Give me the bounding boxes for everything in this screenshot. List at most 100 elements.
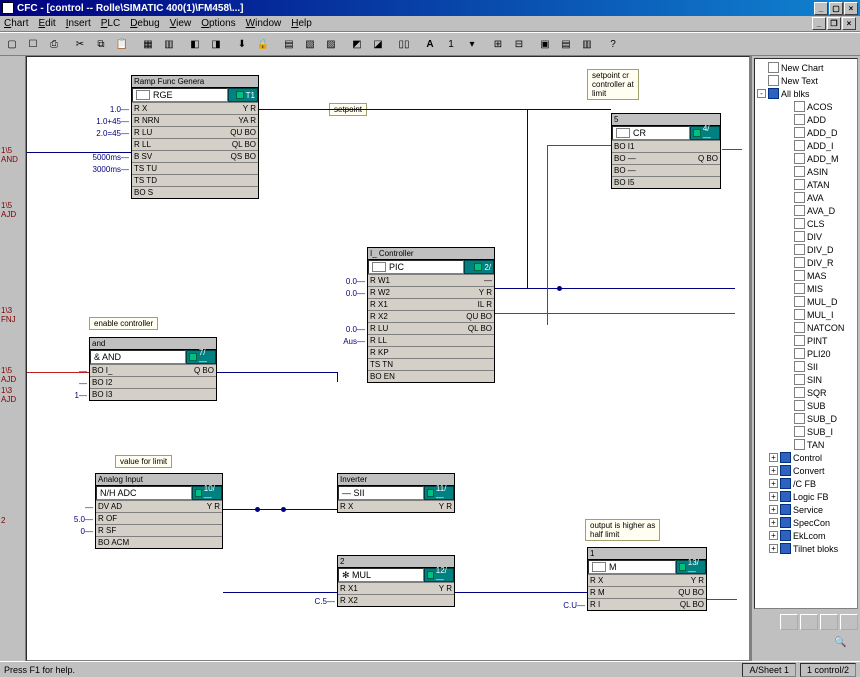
port-in[interactable]: B SV bbox=[132, 150, 195, 162]
tool-f[interactable]: ▧ bbox=[300, 34, 320, 54]
catalog-find-button[interactable]: 🔍 bbox=[834, 637, 856, 657]
collapse-icon[interactable]: - bbox=[757, 89, 766, 98]
tree-item[interactable]: NATCON bbox=[757, 321, 855, 334]
tree-item[interactable]: ADD_D bbox=[757, 126, 855, 139]
tree-item[interactable]: ADD_M bbox=[757, 152, 855, 165]
tool-open[interactable]: ☐ bbox=[23, 34, 43, 54]
tree-item[interactable]: New Text bbox=[757, 74, 855, 87]
port-in[interactable]: R X bbox=[338, 500, 396, 512]
block-adc[interactable]: Analog Input N/H ADC 10/— DV ADR OFR SFB… bbox=[95, 473, 223, 549]
tree-item[interactable]: SUB_I bbox=[757, 425, 855, 438]
port-out[interactable]: Y R bbox=[159, 500, 222, 512]
tool-e[interactable]: ▤ bbox=[279, 34, 299, 54]
port-in[interactable]: R LL bbox=[132, 138, 195, 150]
tree-item[interactable]: +SpecCon bbox=[757, 516, 855, 529]
port-out[interactable] bbox=[159, 512, 222, 524]
port-out[interactable] bbox=[431, 358, 494, 370]
port-out[interactable] bbox=[431, 346, 494, 358]
port-out[interactable] bbox=[666, 164, 720, 176]
port-out[interactable]: QL BO bbox=[431, 322, 494, 334]
tool-b[interactable]: ▥ bbox=[159, 34, 179, 54]
tree-item[interactable]: ASIN bbox=[757, 165, 855, 178]
tool-h[interactable]: ◩ bbox=[347, 34, 367, 54]
tree-item[interactable]: SII bbox=[757, 360, 855, 373]
block-rge[interactable]: Ramp Func Genera RGE T1 R XR NRNR LUR LL… bbox=[131, 75, 259, 199]
tool-a[interactable]: ▦ bbox=[138, 34, 158, 54]
port-in[interactable]: BO EN bbox=[368, 370, 431, 382]
catalog-btn-2[interactable] bbox=[800, 614, 818, 630]
port-in[interactable]: R W2 bbox=[368, 286, 431, 298]
port-out[interactable]: QU BO bbox=[431, 310, 494, 322]
port-in[interactable]: R I bbox=[588, 598, 647, 610]
expand-icon[interactable]: + bbox=[769, 453, 778, 462]
port-in[interactable]: BO ACM bbox=[96, 536, 159, 548]
tool-i[interactable]: ◪ bbox=[368, 34, 388, 54]
tool-m[interactable]: ▤ bbox=[556, 34, 576, 54]
tree-item[interactable]: TAN bbox=[757, 438, 855, 451]
expand-icon[interactable]: + bbox=[769, 518, 778, 527]
tree-item[interactable]: DIV_D bbox=[757, 243, 855, 256]
tree-item[interactable]: PINT bbox=[757, 334, 855, 347]
port-in[interactable]: TS TN bbox=[368, 358, 431, 370]
port-in[interactable]: BO I1 bbox=[612, 140, 666, 152]
port-out[interactable] bbox=[195, 174, 258, 186]
port-out[interactable]: Y R bbox=[431, 286, 494, 298]
port-out[interactable]: QL BO bbox=[647, 598, 706, 610]
tool-print[interactable]: ⎙ bbox=[44, 34, 64, 54]
expand-icon[interactable]: + bbox=[769, 479, 778, 488]
chart-canvas[interactable]: setpoint setpoint cr controller at limit… bbox=[26, 56, 750, 661]
tool-c[interactable]: ◧ bbox=[185, 34, 205, 54]
port-in[interactable]: DV AD bbox=[96, 500, 159, 512]
tool-l[interactable]: ▣ bbox=[535, 34, 555, 54]
tool-download[interactable]: ⬇ bbox=[232, 34, 252, 54]
tool-copy[interactable]: ⧉ bbox=[91, 34, 111, 54]
port-in[interactable]: R X1 bbox=[368, 298, 431, 310]
port-out[interactable]: QL BO bbox=[195, 138, 258, 150]
port-out[interactable] bbox=[195, 162, 258, 174]
tree-item[interactable]: PLI20 bbox=[757, 347, 855, 360]
block-m[interactable]: 1 M 13/— R XR MR IY RQU BOQL BO bbox=[587, 547, 707, 611]
port-in[interactable]: BO I_ bbox=[90, 364, 153, 376]
port-in[interactable]: BO — bbox=[612, 152, 666, 164]
port-in[interactable]: R X1 bbox=[338, 582, 396, 594]
port-out[interactable]: Y R bbox=[396, 500, 454, 512]
tree-item[interactable]: +Logic FB bbox=[757, 490, 855, 503]
tool-cut[interactable]: ✂ bbox=[70, 34, 90, 54]
tool-new[interactable]: ▢ bbox=[2, 34, 22, 54]
tree-item[interactable]: +/C FB bbox=[757, 477, 855, 490]
mdi-restore-button[interactable]: ❐ bbox=[827, 17, 841, 30]
tree-item[interactable]: +EkLcom bbox=[757, 529, 855, 542]
tool-n[interactable]: ▥ bbox=[577, 34, 597, 54]
expand-icon[interactable]: + bbox=[769, 531, 778, 540]
mdi-close-button[interactable]: × bbox=[842, 17, 856, 30]
port-in[interactable]: R LU bbox=[132, 126, 195, 138]
port-out[interactable]: Y R bbox=[195, 102, 258, 114]
tree-item[interactable]: +Tilnet bloks bbox=[757, 542, 855, 555]
tree-item[interactable]: AVA_D bbox=[757, 204, 855, 217]
menu-options[interactable]: Options bbox=[201, 18, 235, 29]
tree-item[interactable]: ADD_I bbox=[757, 139, 855, 152]
close-button[interactable]: × bbox=[844, 2, 858, 15]
port-out[interactable]: — bbox=[431, 274, 494, 286]
port-in[interactable]: R X bbox=[588, 574, 647, 586]
port-in[interactable]: R LU bbox=[368, 322, 431, 334]
port-in[interactable]: R LL bbox=[368, 334, 431, 346]
port-in[interactable]: R SF bbox=[96, 524, 159, 536]
port-out[interactable] bbox=[195, 186, 258, 198]
tool-help[interactable]: ? bbox=[603, 34, 623, 54]
port-in[interactable]: R X bbox=[132, 102, 195, 114]
tree-item[interactable]: +Control bbox=[757, 451, 855, 464]
port-in[interactable]: R OF bbox=[96, 512, 159, 524]
tree-item[interactable]: SUB_D bbox=[757, 412, 855, 425]
port-out[interactable] bbox=[431, 370, 494, 382]
port-out[interactable]: QU BO bbox=[195, 126, 258, 138]
port-in[interactable]: BO S bbox=[132, 186, 195, 198]
block-sii[interactable]: Inverter — SII 11/— R XY R bbox=[337, 473, 455, 513]
tree-item[interactable]: +Service bbox=[757, 503, 855, 516]
menu-insert[interactable]: Insert bbox=[66, 18, 91, 29]
tool-lock[interactable]: 🔒 bbox=[253, 34, 273, 54]
port-in[interactable]: TS TU bbox=[132, 162, 195, 174]
block-catalog-tree[interactable]: New ChartNew Text-All blksACOSADDADD_DAD… bbox=[754, 58, 858, 609]
port-out[interactable]: Q BO bbox=[666, 152, 720, 164]
menu-chart[interactable]: Chart bbox=[4, 18, 28, 29]
